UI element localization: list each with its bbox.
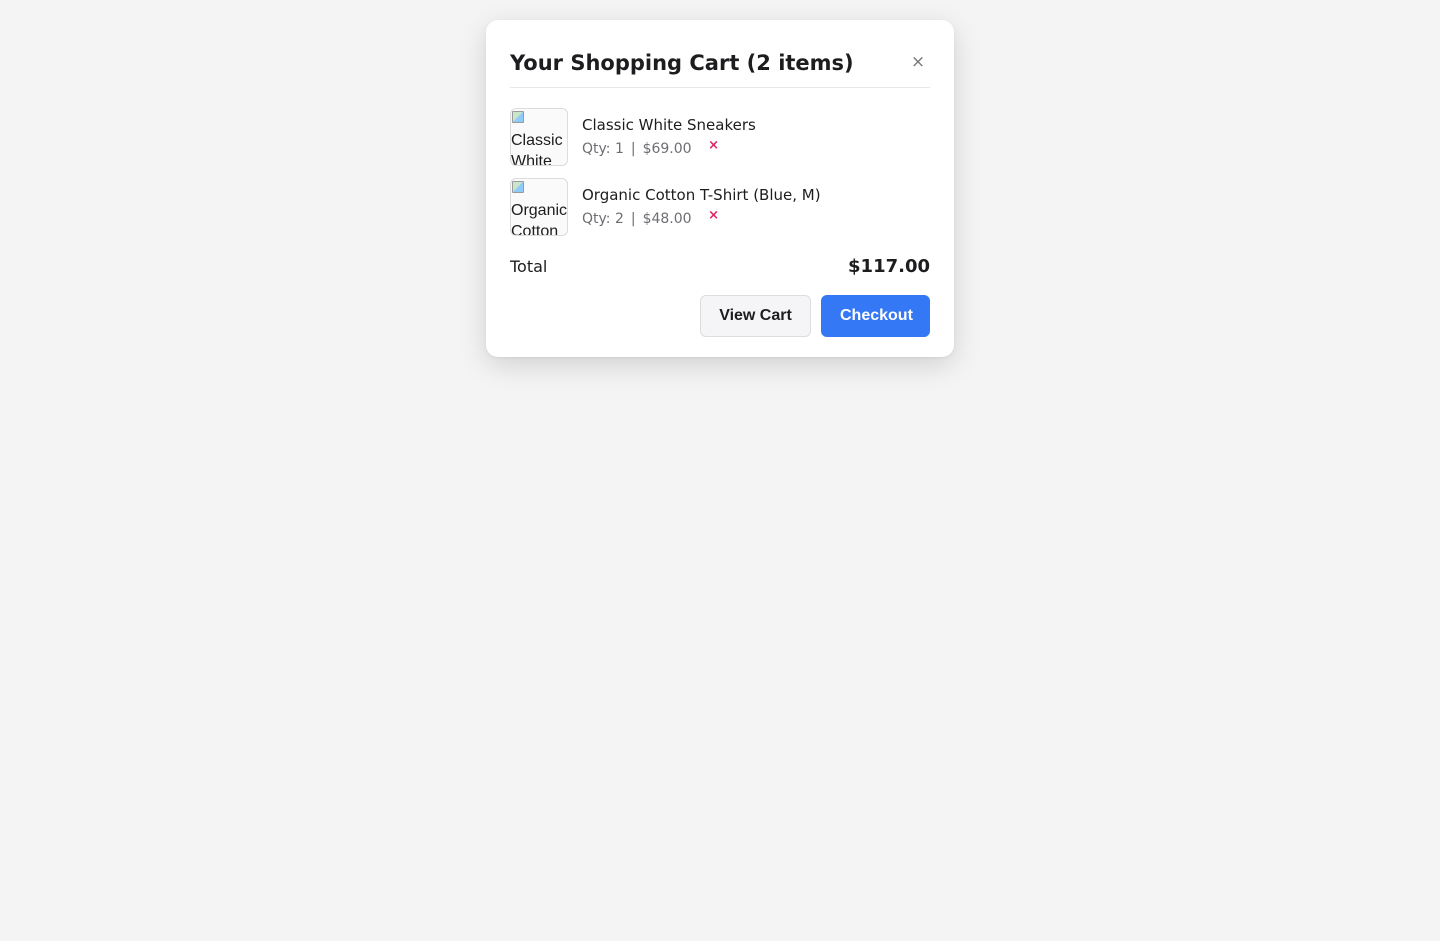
checkout-button[interactable]: Checkout [821, 295, 930, 337]
product-name: Organic Cotton T-Shirt (Blue, M) [582, 186, 821, 204]
cart-total-row: Total $117.00 [510, 253, 930, 279]
cart-item: Classic White Sneakers Classic White Sne… [510, 108, 930, 166]
total-label: Total [510, 256, 548, 276]
dialog-actions: View Cart Checkout [700, 295, 930, 337]
meta-separator: | [630, 211, 636, 227]
dialog-title: Your Shopping Cart (2 items) [510, 51, 854, 75]
product-image-alt-text: Classic White Sneakers [511, 132, 563, 166]
item-price: $48.00 [642, 211, 692, 227]
item-price: $69.00 [642, 141, 692, 157]
broken-image-icon [512, 111, 524, 123]
total-value: $117.00 [848, 255, 930, 277]
cart-item-meta: Qty: 2 | $48.00 × [582, 207, 930, 231]
cart-item-meta: Qty: 1 | $69.00 × [582, 137, 930, 161]
product-image-alt-text: Organic Cotton T-Shirt [511, 202, 568, 236]
close-icon[interactable]: × [906, 50, 930, 74]
item-quantity: Qty: 1 [582, 141, 624, 157]
cart-item-details: Organic Cotton T-Shirt (Blue, M) Qty: 2 … [582, 183, 930, 231]
view-cart-button[interactable]: View Cart [700, 295, 811, 337]
product-name: Classic White Sneakers [582, 116, 756, 134]
product-thumbnail[interactable]: Organic Cotton T-Shirt [510, 178, 568, 236]
cart-item-details: Classic White Sneakers Qty: 1 | $69.00 × [582, 113, 930, 161]
dialog-header: Your Shopping Cart (2 items) × [510, 20, 930, 88]
remove-item-icon[interactable]: × [706, 138, 722, 154]
item-quantity: Qty: 2 [582, 211, 624, 227]
product-thumbnail[interactable]: Classic White Sneakers [510, 108, 568, 166]
remove-item-icon[interactable]: × [706, 208, 722, 224]
cart-item-list: Classic White Sneakers Classic White Sne… [510, 88, 930, 236]
cart-item: Organic Cotton T-Shirt Organic Cotton T-… [510, 178, 930, 236]
broken-image-icon [512, 181, 524, 193]
shopping-cart-dialog: Your Shopping Cart (2 items) × Classic W… [486, 20, 954, 357]
meta-separator: | [630, 141, 636, 157]
